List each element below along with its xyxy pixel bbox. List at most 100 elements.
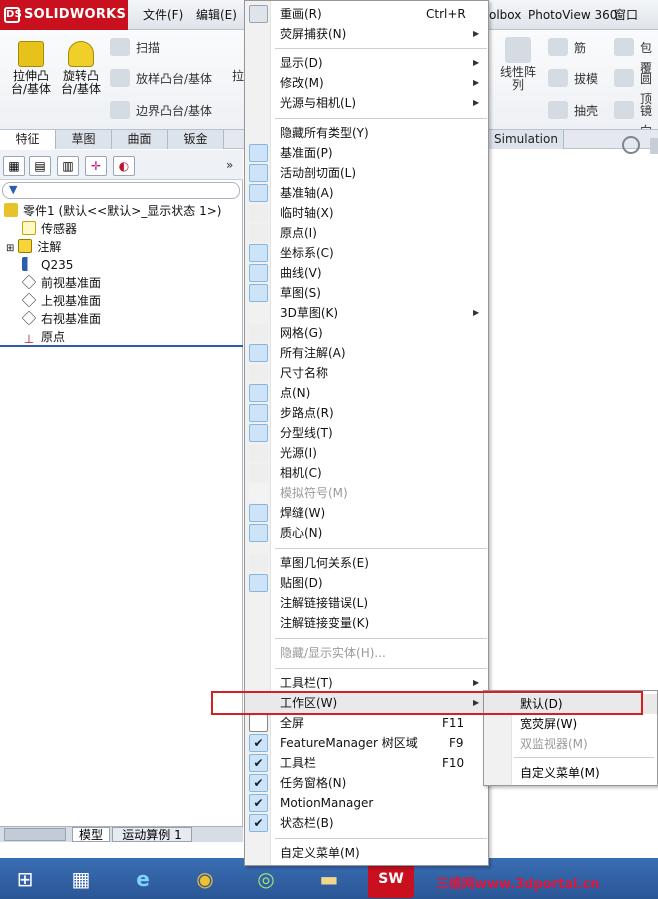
menu-item-grid[interactable]: 网格(G) [245, 323, 488, 343]
menu-item-center-of-mass[interactable]: 质心(N) [245, 523, 488, 543]
submenu-item-customize-menu[interactable]: 自定义菜单(M) [484, 763, 657, 783]
menu-item-screen-capture[interactable]: 荧屏捕获(N) ▶ [245, 24, 488, 44]
zoom-icon[interactable] [622, 136, 640, 154]
view-tool-icon[interactable] [650, 138, 658, 154]
tab-motion-study[interactable]: 运动算例 1 [112, 827, 192, 842]
solidworks-logo[interactable]: DS SOLIDWORKS [0, 0, 128, 30]
menu-window[interactable]: 窗口(W) [614, 0, 658, 52]
rib-button[interactable]: 筋 [548, 38, 598, 58]
sensor-icon [22, 221, 36, 235]
wrap-button[interactable]: 包覆 [614, 38, 658, 75]
plane-icon [21, 274, 37, 290]
tree-item-sensors[interactable]: 传感器 [22, 220, 77, 238]
weld-icon [249, 504, 268, 522]
menu-item-status-bar[interactable]: ✔ 状态栏(B) [245, 813, 488, 833]
tab-model[interactable]: 模型 [72, 827, 110, 842]
point-icon [249, 384, 268, 402]
menu-item-sketch-relations[interactable]: 草图几何关系(E) [245, 553, 488, 573]
menu-item-cameras[interactable]: 相机(C) [245, 463, 488, 483]
center-of-mass-icon [249, 524, 268, 542]
menu-item-hide-all-types[interactable]: 隐藏所有类型(Y) [245, 123, 488, 143]
boundary-boss-button[interactable]: 边界凸台/基体 [110, 101, 240, 121]
menu-item-points[interactable]: 点(N) [245, 383, 488, 403]
extrude-boss-button[interactable]: 拉伸凸 台/基体 [8, 41, 54, 96]
menu-item-task-pane[interactable]: ✔ 任务窗格(N) [245, 773, 488, 793]
menu-item-dimension-names[interactable]: 尺寸名称 [245, 363, 488, 383]
tab-simulation[interactable]: Simulation [488, 130, 564, 149]
menu-item-welds[interactable]: 焊缝(W) [245, 503, 488, 523]
menu-item-full-screen[interactable]: 全屏 F11 [245, 713, 488, 733]
calculator-icon[interactable]: ▦ [58, 860, 104, 898]
tree-item-front-plane[interactable]: 前视基准面 [21, 274, 101, 292]
menu-item-toolbars[interactable]: 工具栏(T) ▶ [245, 673, 488, 693]
property-manager-icon[interactable]: ▤ [29, 156, 51, 176]
menu-item-curves[interactable]: 曲线(V) [245, 263, 488, 283]
menu-item-lights[interactable]: 光源(I) [245, 443, 488, 463]
tree-filter-input[interactable]: ▼ [2, 182, 240, 199]
menu-item-sketches[interactable]: 草图(S) [245, 283, 488, 303]
menu-item-temporary-axes[interactable]: 临时轴(X) [245, 203, 488, 223]
submenu-item-widescreen[interactable]: 宽荧屏(W) [484, 714, 657, 734]
curve-icon [249, 264, 268, 282]
tree-item-origin[interactable]: ⊥ 原点 [22, 328, 65, 346]
revolve-boss-button[interactable]: 旋转凸 台/基体 [58, 41, 104, 96]
dimxpert-icon[interactable]: ✛ [85, 156, 107, 176]
sweep-button[interactable]: 扫描 [110, 38, 230, 58]
menu-item-live-section-planes[interactable]: 活动剖切面(L) [245, 163, 488, 183]
menu-item-parting-lines[interactable]: 分型线(T) [245, 423, 488, 443]
menu-edit[interactable]: 编辑(E) [196, 0, 237, 30]
menu-item-annotation-link-errors[interactable]: 注解链接错误(L) [245, 593, 488, 613]
internet-explorer-icon[interactable]: e [120, 860, 166, 898]
menu-item-modify[interactable]: 修改(M) ▶ [245, 73, 488, 93]
tree-split-bar[interactable] [0, 345, 243, 347]
loft-button[interactable]: 放样凸台/基体 [110, 69, 240, 89]
draft-button[interactable]: 拔模 [548, 69, 604, 89]
menu-toolbox[interactable]: olbox [489, 0, 521, 30]
menu-item-decals[interactable]: 贴图(D) [245, 573, 488, 593]
menu-item-customize-menu[interactable]: 自定义菜单(M) [245, 843, 488, 863]
mirror-button[interactable]: 镜向 [614, 101, 658, 138]
menu-item-all-annotations[interactable]: 所有注解(A) [245, 343, 488, 363]
origin-icon [249, 224, 268, 242]
menu-item-redraw[interactable]: 重画(R) Ctrl+R [245, 4, 488, 24]
tab-scroll-arrows[interactable] [4, 828, 66, 841]
tab-sheet-metal[interactable]: 钣金 [168, 130, 224, 149]
tree-item-material[interactable]: Q235 [22, 256, 73, 274]
menu-item-display[interactable]: 显示(D) ▶ [245, 53, 488, 73]
tab-features[interactable]: 特征 [0, 130, 56, 149]
menu-item-annotation-link-variables[interactable]: 注解链接变量(K) [245, 613, 488, 633]
tree-root-part[interactable]: 零件1 (默认<<默认>_显示状态 1>) [4, 202, 221, 220]
tab-surfaces[interactable]: 曲面 [112, 130, 168, 149]
chrome-icon[interactable]: ◉ [182, 860, 228, 898]
shell-button[interactable]: 抽壳 [548, 101, 604, 121]
sketch-relation-icon [249, 554, 268, 572]
menu-item-motionmanager[interactable]: ✔ MotionManager [245, 793, 488, 813]
menu-item-3d-sketch[interactable]: 3D草图(K) ▶ [245, 303, 488, 323]
expand-chevron-icon[interactable]: » [226, 158, 233, 172]
rib-icon [548, 38, 568, 56]
windows-start-icon[interactable]: ⊞ [2, 860, 48, 898]
expand-plus-icon[interactable]: ⊞ [6, 243, 14, 254]
tree-item-top-plane[interactable]: 上视基准面 [21, 292, 101, 310]
feature-manager-icon[interactable]: ▦ [3, 156, 25, 176]
menu-file[interactable]: 文件(F) [143, 0, 183, 30]
menu-item-planes[interactable]: 基准面(P) [245, 143, 488, 163]
dome-button[interactable]: 圆顶 [614, 69, 658, 106]
menu-photoview[interactable]: PhotoView 360 [528, 0, 617, 30]
display-manager-icon[interactable]: ◐ [113, 156, 135, 176]
menu-item-origins[interactable]: 原点(I) [245, 223, 488, 243]
submenu-arrow-icon: ▶ [473, 78, 480, 87]
axis-icon [249, 184, 268, 202]
menu-item-axes[interactable]: 基准轴(A) [245, 183, 488, 203]
dimension-name-icon [249, 364, 268, 382]
menu-item-coordinate-systems[interactable]: 坐标系(C) [245, 243, 488, 263]
menu-item-featuremanager-tree-area[interactable]: ✔ FeatureManager 树区域 F9 [245, 733, 488, 753]
menu-item-toolbar[interactable]: ✔ 工具栏 F10 [245, 753, 488, 773]
tree-item-right-plane[interactable]: 右视基准面 [21, 310, 101, 328]
configuration-manager-icon[interactable]: ▥ [57, 156, 79, 176]
menu-item-lights-cameras[interactable]: 光源与相机(L) ▶ [245, 93, 488, 113]
menu-item-route-points[interactable]: 步路点(R) [245, 403, 488, 423]
tab-sketch[interactable]: 草图 [56, 130, 112, 149]
tree-item-annotations[interactable]: ⊞ 注解 [6, 238, 61, 256]
linear-pattern-button[interactable]: 线性阵 列 [496, 37, 540, 92]
